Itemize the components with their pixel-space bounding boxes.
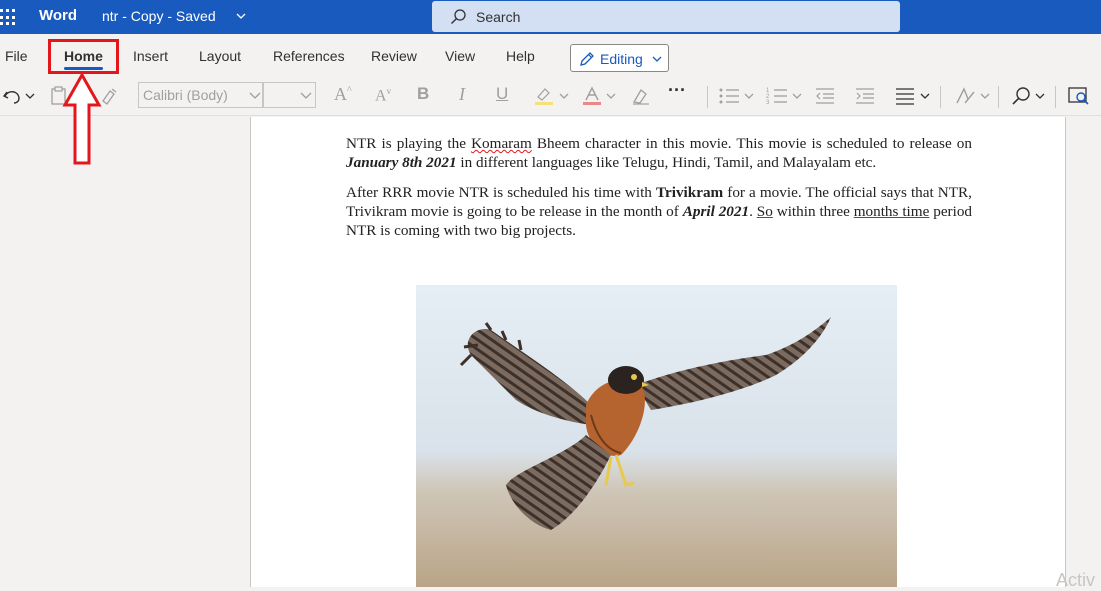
tab-review[interactable]: Review [371, 48, 417, 64]
title-bar: Word ntr - Copy - Saved [0, 0, 1101, 34]
chevron-down-icon[interactable] [559, 92, 569, 100]
left-canvas-margin [0, 117, 250, 587]
editor-icon[interactable] [1068, 86, 1090, 106]
grow-font-icon[interactable]: A^ [334, 84, 352, 105]
font-name-input[interactable] [143, 87, 243, 103]
bold-name: Trivikram [655, 184, 724, 201]
spelling-error: Komaram [471, 135, 532, 152]
format-painter-icon[interactable] [100, 86, 118, 106]
toolbar-divider [1055, 86, 1056, 108]
chevron-down-icon[interactable] [25, 92, 35, 100]
grammar-suggestion: months time [853, 203, 930, 220]
tab-layout[interactable]: Layout [199, 48, 241, 64]
editing-label: Editing [600, 51, 643, 67]
more-icon[interactable]: ··· [668, 80, 686, 101]
align-icon[interactable] [895, 86, 915, 106]
tab-help[interactable]: Help [506, 48, 535, 64]
chevron-down-icon[interactable] [792, 92, 802, 100]
toolbar-divider [707, 86, 708, 108]
bold-icon[interactable]: B [417, 84, 429, 104]
falcon-illustration [416, 285, 897, 587]
tab-references[interactable]: References [273, 48, 345, 64]
toolbar-divider [940, 86, 941, 108]
paragraph-1[interactable]: NTR is playing the Komaram Bheem charact… [346, 134, 972, 172]
toolbar-divider [998, 86, 999, 108]
red-up-arrow-icon [62, 72, 102, 165]
font-size-box[interactable] [263, 82, 316, 108]
undo-icon[interactable] [2, 86, 24, 106]
app-name[interactable]: Word [39, 7, 77, 24]
search-input[interactable] [476, 7, 876, 27]
numbering-icon[interactable]: 123 [766, 86, 788, 106]
chevron-down-icon[interactable] [744, 92, 754, 100]
home-toolbar: A^ Av B I U ··· 123 [0, 76, 1101, 116]
chevron-down-icon[interactable] [980, 92, 990, 100]
pen-icon [580, 52, 594, 66]
grammar-suggestion: So [756, 203, 773, 220]
chevron-down-icon[interactable] [606, 92, 616, 100]
falcon-photo[interactable] [416, 285, 897, 587]
styles-icon[interactable] [955, 86, 977, 106]
chevron-down-icon[interactable] [1035, 92, 1045, 100]
find-icon[interactable] [1011, 86, 1031, 106]
editing-mode-button[interactable]: Editing [570, 44, 669, 72]
clear-format-icon[interactable] [630, 86, 652, 106]
decrease-indent-icon[interactable] [815, 86, 835, 106]
tab-file[interactable]: File [5, 48, 28, 64]
activation-watermark: Activ [1056, 570, 1096, 590]
underline-icon[interactable]: U [496, 84, 508, 104]
document-title[interactable]: ntr - Copy - Saved [102, 8, 216, 24]
highlight-icon[interactable] [533, 85, 555, 107]
bold-italic-date: April 2021 [682, 203, 750, 220]
right-canvas-margin [1066, 117, 1101, 587]
bullets-icon[interactable] [718, 86, 740, 106]
svg-text:3: 3 [766, 100, 770, 106]
search-icon [451, 9, 466, 24]
increase-indent-icon[interactable] [855, 86, 875, 106]
font-color-icon[interactable] [581, 85, 603, 107]
paragraph-2[interactable]: After RRR movie NTR is scheduled his tim… [346, 183, 972, 240]
tab-view[interactable]: View [445, 48, 475, 64]
chevron-down-icon [652, 56, 662, 62]
italic-icon[interactable]: I [459, 84, 465, 105]
search-box[interactable] [432, 1, 900, 32]
ribbon-tab-bar: File Home Insert Layout References Revie… [0, 34, 1101, 76]
app-launcher-icon[interactable] [0, 8, 16, 26]
chevron-down-icon[interactable] [234, 9, 248, 23]
font-name-box[interactable] [138, 82, 263, 108]
shrink-font-icon[interactable]: Av [375, 86, 391, 105]
home-tab-highlight-box [48, 39, 119, 74]
tab-insert[interactable]: Insert [133, 48, 168, 64]
chevron-down-icon[interactable] [920, 92, 930, 100]
chevron-down-icon[interactable] [300, 91, 312, 101]
chevron-down-icon[interactable] [249, 91, 261, 101]
bold-italic-date: January 8th 2021 [346, 154, 457, 171]
